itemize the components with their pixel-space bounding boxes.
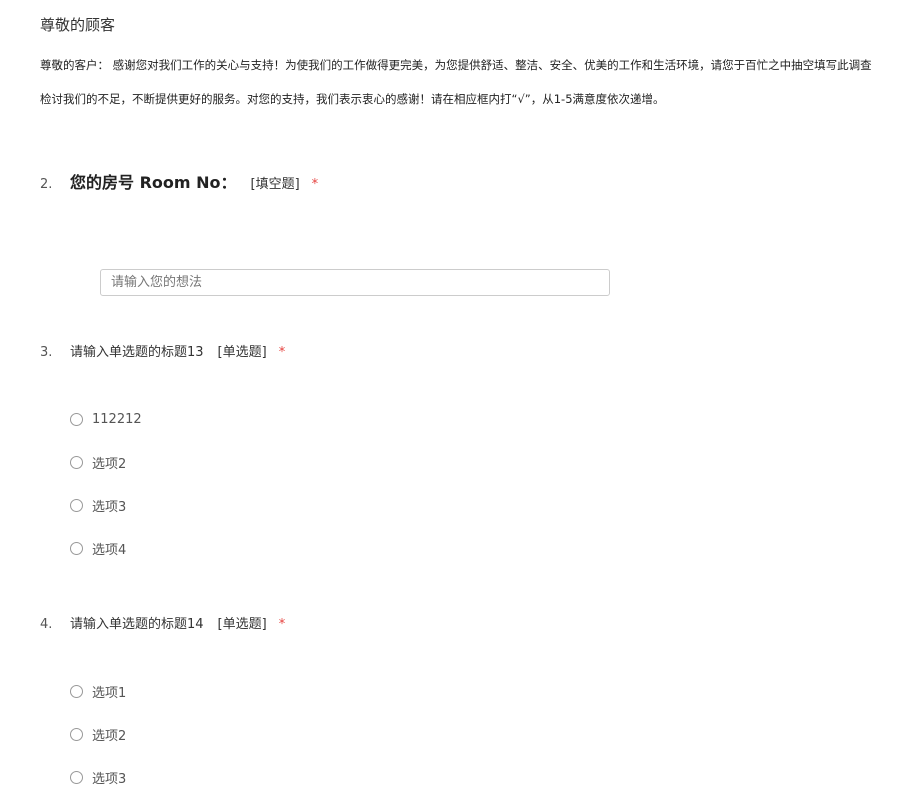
question-title: 请输入单选题的标题13 [70,345,204,360]
option-label: 选项3 [92,771,127,787]
radio-button[interactable] [70,455,83,469]
survey-intro-line-2: 检讨我们的不足，不断提供更好的服务。对您的支持，我们表示衷心的感谢！请在相应框内… [40,92,665,106]
radio-button[interactable] [70,412,83,426]
q3-option-2[interactable]: 选项2 [70,452,126,472]
room-number-input[interactable] [100,269,610,296]
required-marker: * [311,177,319,192]
q4-option-3[interactable]: 选项3 [70,767,126,787]
option-label: 选项1 [92,685,127,701]
question-number: 3. [40,345,53,360]
q3-option-1[interactable]: 112212 [70,409,142,429]
question-type: [单选题] [217,345,267,360]
question-type: [填空题] [250,177,300,192]
question-3-header: 3. 请输入单选题的标题13 [单选题] * [40,341,285,360]
q4-option-1[interactable]: 选项1 [70,681,126,701]
option-label: 112212 [92,411,142,427]
q4-option-2[interactable]: 选项2 [70,724,126,744]
radio-button[interactable] [70,684,83,698]
required-marker: * [278,617,286,632]
q3-option-4[interactable]: 选项4 [70,538,126,558]
survey-page: 尊敬的顾客 尊敬的客户： 感谢您对我们工作的关心与支持！为使我们的工作做得更完美… [0,0,900,800]
question-number: 2. [40,177,53,192]
question-4-header: 4. 请输入单选题的标题14 [单选题] * [40,613,285,632]
option-label: 选项3 [92,499,127,515]
question-2-header: 2. 您的房号 Room No： [填空题] * [40,169,318,193]
radio-button[interactable] [70,498,83,512]
question-number: 4. [40,617,53,632]
question-type: [单选题] [217,617,267,632]
survey-title: 尊敬的顾客 [40,16,116,34]
question-title: 您的房号 Room No： [70,173,237,192]
question-title: 请输入单选题的标题14 [70,617,204,632]
radio-button[interactable] [70,770,83,784]
radio-button[interactable] [70,541,83,555]
required-marker: * [278,345,286,360]
survey-intro-line-1: 尊敬的客户： 感谢您对我们工作的关心与支持！为使我们的工作做得更完美，为您提供舒… [40,58,872,72]
q3-option-3[interactable]: 选项3 [70,495,126,515]
option-label: 选项4 [92,542,127,558]
radio-button[interactable] [70,727,83,741]
option-label: 选项2 [92,728,127,744]
option-label: 选项2 [92,456,127,472]
